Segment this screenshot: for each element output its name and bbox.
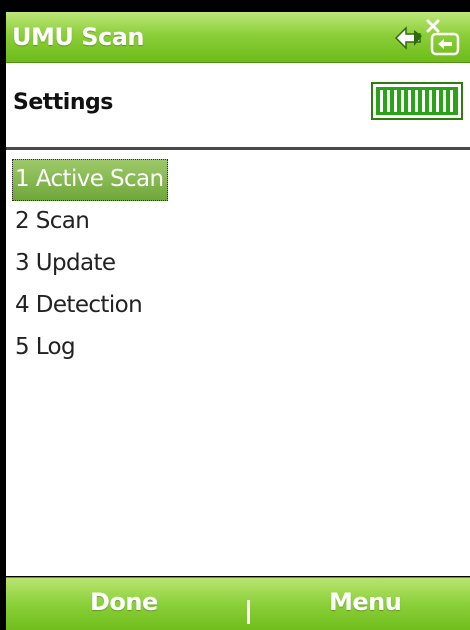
battery-bar: [387, 90, 390, 112]
menu-item-detection[interactable]: 4 Detection: [12, 285, 146, 327]
page-title: Settings: [13, 90, 113, 115]
menu-item-update[interactable]: 3 Update: [12, 243, 119, 285]
battery-bar: [380, 90, 383, 112]
app-title: UMU Scan: [12, 23, 145, 51]
settings-menu: 1 Active Scan 2 Scan 3 Update 4 Detectio…: [12, 159, 168, 369]
menu-item-log[interactable]: 5 Log: [12, 327, 79, 369]
battery-bar: [429, 90, 432, 112]
done-softkey[interactable]: Done: [90, 588, 158, 616]
menu-item-active-scan[interactable]: 1 Active Scan: [12, 159, 168, 201]
content-area: Settings 1 Active Scan 2 Scan 3 Update 4…: [6, 63, 470, 576]
phone-screen: UMU Scan Settings 1 Active Scan 2 Scan 3…: [0, 0, 470, 630]
data-connection-icon[interactable]: [392, 16, 464, 58]
softkey-separator: [247, 600, 250, 624]
battery-bar: [401, 90, 404, 112]
softkey-bar: Done Menu: [6, 577, 470, 630]
battery-bar: [394, 90, 397, 112]
menu-item-scan[interactable]: 2 Scan: [12, 201, 93, 243]
battery-bar: [450, 90, 453, 112]
battery-bar: [436, 90, 439, 112]
battery-bar: [443, 90, 446, 112]
battery-bar: [415, 90, 418, 112]
title-bar: UMU Scan: [6, 12, 470, 63]
battery-bar: [408, 90, 411, 112]
menu-softkey[interactable]: Menu: [329, 588, 402, 616]
battery-bar: [422, 90, 425, 112]
battery-full-icon: [371, 82, 463, 120]
settings-header: Settings: [6, 63, 470, 150]
